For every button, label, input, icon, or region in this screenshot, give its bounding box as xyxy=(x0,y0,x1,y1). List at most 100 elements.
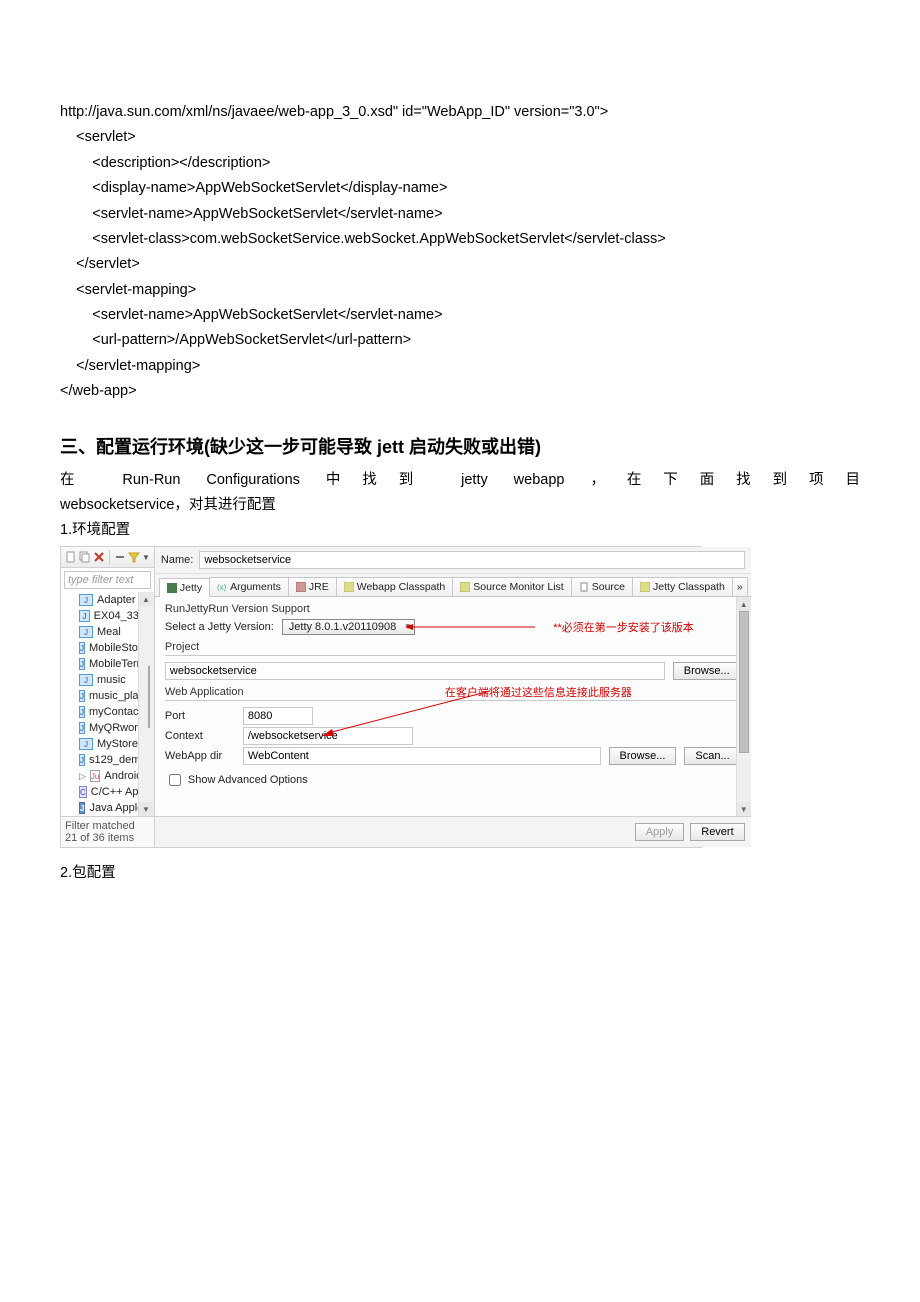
code-line: <servlet-name>AppWebSocketServlet</servl… xyxy=(60,303,860,328)
project-input[interactable] xyxy=(165,662,665,680)
paragraph: websocketservice，对其进行配置 xyxy=(60,494,860,517)
separator xyxy=(109,550,110,564)
jetty-version-label: Select a Jetty Version: xyxy=(165,621,274,633)
tree-item[interactable]: JMyStore xyxy=(61,736,139,752)
applet-icon: J xyxy=(79,802,85,814)
name-input[interactable] xyxy=(199,551,744,569)
scan-button[interactable]: Scan... xyxy=(684,747,740,765)
filter-icon[interactable] xyxy=(128,551,140,563)
tab-arguments[interactable]: (x)=Arguments xyxy=(209,577,289,596)
content-scrollbar[interactable]: ▲ ▼ xyxy=(736,597,751,816)
source-icon xyxy=(579,582,589,592)
checkbox-icon[interactable] xyxy=(169,774,181,786)
tree-scrollbar[interactable]: ▲ ▼ xyxy=(138,592,153,816)
scroll-up-icon[interactable]: ▲ xyxy=(139,592,153,606)
annotation-arrow xyxy=(405,621,535,633)
advanced-checkbox[interactable]: Show Advanced Options xyxy=(165,771,741,789)
context-label: Context xyxy=(165,730,235,742)
tree-item[interactable]: JMobileStore xyxy=(61,640,139,656)
tab-source[interactable]: Source xyxy=(571,577,633,596)
java-icon: J xyxy=(79,594,93,606)
svg-text:(x)=: (x)= xyxy=(217,583,227,592)
project-section-label: Project xyxy=(165,641,741,653)
browse-button[interactable]: Browse... xyxy=(673,662,741,680)
tab-more[interactable]: » xyxy=(732,577,748,596)
scroll-up-icon[interactable]: ▲ xyxy=(737,597,751,611)
tab-webapp-classpath[interactable]: Webapp Classpath xyxy=(336,577,454,596)
tab-jetty[interactable]: Jetty xyxy=(159,578,210,597)
tree-item[interactable]: JmyContact xyxy=(61,704,139,720)
tab-source-monitor[interactable]: Source Monitor List xyxy=(452,577,571,596)
tree-item[interactable]: JAdapter xyxy=(61,592,139,608)
filter-input[interactable]: type filter text xyxy=(64,571,151,589)
port-input[interactable] xyxy=(243,707,313,725)
context-input[interactable] xyxy=(243,727,413,745)
expand-icon[interactable]: ▷ xyxy=(79,771,86,782)
code-line: <servlet> xyxy=(60,125,860,150)
code-line: </servlet> xyxy=(60,252,860,277)
collapse-icon[interactable] xyxy=(114,551,126,563)
xml-code-block: http://java.sun.com/xml/ns/javaee/web-ap… xyxy=(60,100,860,405)
scroll-thumb[interactable] xyxy=(148,666,150,728)
apply-button[interactable]: Apply xyxy=(635,823,685,841)
step-label: 2.包配置 xyxy=(60,862,860,885)
right-panel: Name: Jetty (x)=Arguments JRE Webapp Cla… xyxy=(155,547,751,847)
webapp-section-label: Web Application xyxy=(165,686,244,698)
jre-icon xyxy=(296,582,306,592)
new-icon[interactable] xyxy=(65,551,77,563)
code-line: <display-name>AppWebSocketServlet</displ… xyxy=(60,176,860,201)
filter-status: Filter matched 21 of 36 items xyxy=(61,816,154,847)
tree-item[interactable]: Jmusic xyxy=(61,672,139,688)
code-line: http://java.sun.com/xml/ns/javaee/web-ap… xyxy=(60,100,860,125)
jetty-version-select[interactable]: Jetty 8.0.1.v20110908 xyxy=(282,619,415,635)
tree-item[interactable]: JMobileTerm xyxy=(61,656,139,672)
tab-jre[interactable]: JRE xyxy=(288,577,337,596)
monitor-icon xyxy=(460,582,470,592)
code-line: <url-pattern>/AppWebSocketServlet</url-p… xyxy=(60,328,860,353)
code-line: <description></description> xyxy=(60,151,860,176)
config-content: RunJettyRun Version Support Select a Jet… xyxy=(155,597,751,816)
code-line: </web-app> xyxy=(60,379,860,404)
webappdir-input[interactable] xyxy=(243,747,601,765)
c-icon: C xyxy=(79,786,87,798)
webappdir-label: WebApp dir xyxy=(165,750,235,762)
code-line: <servlet-name>AppWebSocketServlet</servl… xyxy=(60,202,860,227)
support-label: RunJettyRun Version Support xyxy=(165,603,741,615)
tree-item[interactable]: Js129_demo xyxy=(61,752,139,768)
annotation-note: 在客户端将通过这些信息连接此服务器 xyxy=(445,684,632,700)
tree-item[interactable]: JEX04_33 xyxy=(61,608,139,624)
java-icon: J xyxy=(79,642,85,654)
scroll-down-icon[interactable]: ▼ xyxy=(737,802,751,816)
tab-jetty-classpath[interactable]: Jetty Classpath xyxy=(632,577,733,596)
scroll-down-icon[interactable]: ▼ xyxy=(139,802,153,816)
classpath-icon xyxy=(344,582,354,592)
section-heading: 三、配置运行环境(缺少这一步可能导致 jett 启动失败或出错) xyxy=(60,433,860,459)
code-line: <servlet-mapping> xyxy=(60,278,860,303)
java-icon: J xyxy=(79,626,93,638)
tree-item[interactable]: JMeal xyxy=(61,624,139,640)
step-label: 1.环境配置 xyxy=(60,519,860,542)
tree-item[interactable]: CC/C++ Application xyxy=(61,784,139,800)
classpath-icon xyxy=(640,582,650,592)
jetty-icon xyxy=(167,583,177,593)
revert-button[interactable]: Revert xyxy=(690,823,744,841)
name-label: Name: xyxy=(161,554,193,566)
tree-item[interactable]: JMyQRwork xyxy=(61,720,139,736)
duplicate-icon[interactable] xyxy=(79,551,91,563)
tree-item[interactable]: ▷JuAndroid JUnit Test xyxy=(61,768,139,784)
java-icon: J xyxy=(79,674,93,686)
tree-item[interactable]: Jmusic_player02 xyxy=(61,688,139,704)
java-icon: J xyxy=(79,658,85,670)
tree-item[interactable]: JJava Applet xyxy=(61,800,139,816)
java-icon: J xyxy=(79,690,85,702)
args-icon: (x)= xyxy=(217,582,227,592)
code-line: </servlet-mapping> xyxy=(60,354,860,379)
dropdown-icon[interactable]: ▼ xyxy=(142,553,150,562)
delete-icon[interactable] xyxy=(93,551,105,563)
code-line: <servlet-class>com.webSocketService.webS… xyxy=(60,227,860,252)
scroll-thumb[interactable] xyxy=(739,611,749,753)
paragraph: 在 Run-Run Configurations 中找到 jetty webap… xyxy=(60,469,860,492)
java-icon: J xyxy=(79,738,93,750)
browse-button[interactable]: Browse... xyxy=(609,747,677,765)
java-icon: J xyxy=(79,610,90,622)
